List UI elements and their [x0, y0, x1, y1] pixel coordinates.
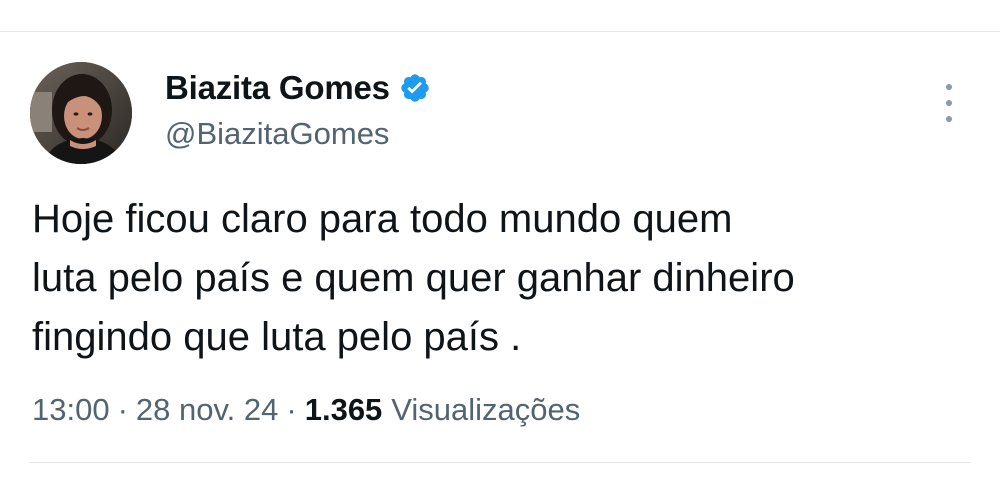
- tweet-text-line: Hoje ficou claro para todo mundo quem: [32, 197, 733, 241]
- author-handle[interactable]: @BiazitaGomes: [165, 116, 389, 152]
- bottom-divider: [30, 462, 970, 463]
- avatar[interactable]: [30, 62, 132, 164]
- meta-separator: ·: [117, 392, 128, 427]
- author-display-name[interactable]: Biazita Gomes: [165, 69, 390, 107]
- meta-separator: ·: [286, 392, 297, 427]
- verified-badge-icon: [399, 72, 431, 104]
- more-vertical-icon-dot: [946, 100, 952, 106]
- more-vertical-icon-dot: [946, 116, 952, 122]
- tweet-text-line: fingindo que luta pelo país .: [32, 315, 522, 359]
- tweet-meta: 13:00 · 28 nov. 24 · 1.365 Visualizações: [32, 389, 580, 431]
- tweet-text-line: luta pelo país e quem quer ganhar dinhei…: [32, 256, 795, 300]
- top-divider: [0, 31, 1000, 32]
- more-options-button[interactable]: [933, 84, 965, 122]
- author-name-row[interactable]: Biazita Gomes: [165, 68, 431, 108]
- tweet-text: Hoje ficou claro para todo mundo quem lu…: [32, 190, 972, 367]
- more-vertical-icon-dot: [946, 84, 952, 90]
- tweet-time[interactable]: 13:00: [32, 392, 110, 428]
- tweet-date[interactable]: 28 nov. 24: [136, 392, 278, 428]
- views-count[interactable]: 1.365: [305, 392, 383, 428]
- avatar-photo: [30, 62, 132, 164]
- views-label[interactable]: Visualizações: [391, 392, 580, 428]
